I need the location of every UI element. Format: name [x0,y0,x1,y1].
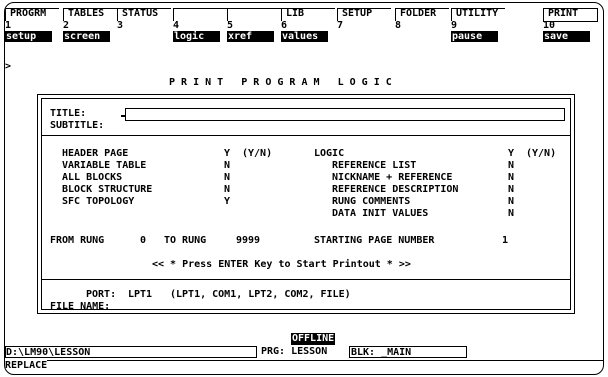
title-label: TITLE: [50,108,87,119]
fkey-number: 4 [173,20,180,31]
port-value[interactable]: LPT1 [128,289,152,301]
option-value[interactable]: N [224,172,230,184]
logic-option-label: DATA INIT VALUES [332,208,429,219]
fkey-label: logic [173,31,220,42]
block-box: BLK: _MAIN [349,346,467,358]
logic-option-value[interactable]: N [508,196,514,208]
divider-bottom [42,279,570,280]
print-options-panel: TITLE: SUBTITLE: HEADER PAGE Y (Y/N) VARIAB… [37,94,575,314]
logic-option-value[interactable]: N [508,184,514,196]
fkey-number: 7 [337,20,344,31]
option-label: VARIABLE TABLE [62,160,147,171]
terminal-screen: PROGRM 1setup TABLES 2screen STATUS 3 4logic 5x… [4,2,604,375]
command-prompt: > [5,61,12,72]
enter-message: << * Press ENTER Key to Start Printout *… [152,259,411,270]
status-underline [47,360,603,361]
option-label: ALL BLOCKS [62,172,123,183]
fkey-label: setup [5,31,52,42]
page-title: P R I N T P R O G R A M L O G I C [169,77,392,88]
fkey-menu-label: FOLDER [400,8,437,19]
fkey-menu-label: STATUS [122,8,159,19]
offline-indicator: OFFLINE [291,333,336,345]
logic-option-value[interactable]: N [508,160,514,172]
option-label: HEADER PAGE [62,148,129,159]
logic-option-value[interactable]: N [508,172,514,184]
fkey-number: 5 [227,20,234,31]
fkey-label: save [543,31,590,42]
logic-option-label: NICKNAME + REFERENCE [332,172,453,183]
fkey-label: xref [227,31,274,42]
logic-option-label: RUNG COMMENTS [332,196,411,207]
fkey-label: screen [63,31,110,42]
option-value[interactable]: Y [224,196,230,208]
fkey-label: values [281,31,328,42]
text-cursor [121,115,126,117]
program-name: PRG: LESSON [261,346,328,357]
fkey-number: 2 [63,20,70,31]
fkey-menu-label: PRINT [548,8,579,19]
fkey-menu-label: PROGRM [10,8,47,19]
option-label: BLOCK STRUCTURE [62,184,153,195]
logic-label: LOGIC [314,148,345,159]
from-rung-label: FROM RUNG [50,235,105,246]
fkey-menu-label: LIB [286,8,305,19]
fkey-number: 10 [543,20,556,31]
path-text: D:\LM90\LESSON [6,347,91,358]
divider-top [42,135,570,136]
start-page-value[interactable]: 1 [502,235,508,247]
port-options: (LPT1, COM1, LPT2, COM2, FILE) [170,289,351,300]
fkey-number: 1 [5,20,12,31]
to-rung-value[interactable]: 9999 [236,235,260,247]
logic-option-value[interactable]: N [508,208,514,220]
logic-option-label: REFERENCE DESCRIPTION [332,184,459,195]
option-hint: (Y/N) [242,148,273,159]
fkey-label: pause [451,31,498,42]
option-value[interactable]: N [224,184,230,196]
file-name-label: FILE NAME: [50,301,111,312]
from-rung-value[interactable]: 0 [140,235,146,247]
fkey-number: 9 [451,20,458,31]
fkey-menu-label: UTILITY [456,8,499,19]
edit-mode: REPLACE [5,360,48,371]
panel-inner-border: TITLE: SUBTITLE: HEADER PAGE Y (Y/N) VARIAB… [41,98,571,312]
path-box: D:\LM90\LESSON [5,346,257,358]
function-key-bar: PROGRM 1setup TABLES 2screen STATUS 3 4logic 5x… [5,3,603,42]
block-name: BLK: _MAIN [351,347,412,358]
option-value[interactable]: N [224,160,230,172]
start-page-label: STARTING PAGE NUMBER [314,235,435,246]
logic-hint: (Y/N) [526,148,557,159]
option-label: SFC TOPOLOGY [62,196,135,207]
option-value[interactable]: Y [224,148,230,160]
logic-value[interactable]: Y [508,148,514,160]
fkey-number: 6 [281,20,288,31]
subtitle-label: SUBTITLE: [50,120,105,131]
title-input[interactable] [125,108,565,121]
port-label: PORT: [86,289,117,300]
fkey-number: 8 [395,20,402,31]
fkey-menu-label: SETUP [342,8,373,19]
logic-option-label: REFERENCE LIST [332,160,417,171]
fkey-menu-label: TABLES [68,8,105,19]
to-rung-label: TO RUNG [164,235,207,246]
fkey-number: 3 [117,20,124,31]
